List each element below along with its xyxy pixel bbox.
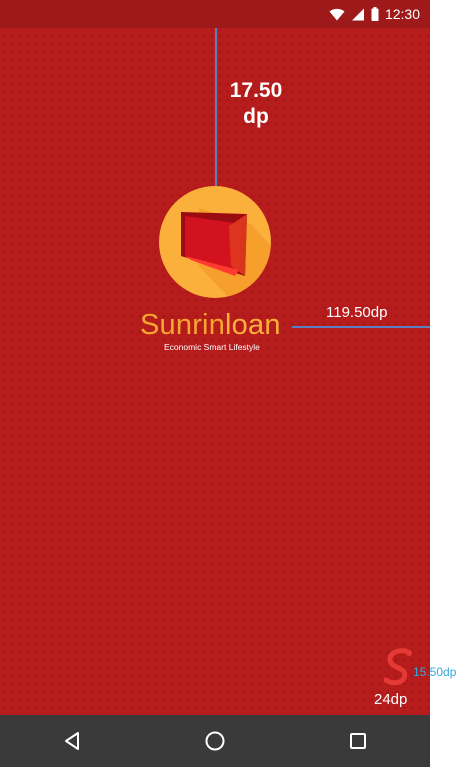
- app-name-part2: loan: [225, 309, 281, 341]
- status-bar: 12:30: [0, 0, 430, 28]
- top-spacing-unit: dp: [243, 105, 269, 128]
- home-button[interactable]: [195, 721, 235, 761]
- home-icon: [205, 731, 225, 751]
- back-icon: [64, 732, 79, 750]
- app-logo: [159, 186, 271, 298]
- splash-screen: 12:30 17.50 dp Sunrinloan Economic Smart…: [0, 0, 430, 767]
- wifi-icon: [329, 8, 345, 20]
- bottom-spacing-label: 24dp: [374, 691, 408, 708]
- watermark-size-label: 15.50dp: [413, 665, 457, 679]
- status-time: 12:30: [384, 6, 420, 22]
- top-spacing-value: 17.50: [229, 79, 283, 102]
- top-spacing-label: 17.50 dp: [222, 78, 290, 130]
- book-icon: [181, 208, 271, 298]
- recents-button[interactable]: [338, 721, 378, 761]
- app-name: Sunrinloan: [140, 307, 290, 343]
- app-tagline: Economic Smart Lifestyle: [164, 342, 260, 352]
- cellular-signal-icon: [351, 8, 364, 20]
- right-spacing-guide-line: [292, 326, 430, 328]
- watermark-logo-icon: [383, 648, 412, 686]
- back-button[interactable]: [52, 721, 92, 761]
- navigation-bar: [0, 715, 430, 767]
- app-name-part1: Sunrin: [140, 309, 226, 341]
- right-spacing-label: 119.50dp: [326, 304, 388, 321]
- status-icons: 12:30: [329, 5, 420, 23]
- top-spacing-guide-line: [215, 28, 217, 186]
- recents-icon: [350, 733, 367, 749]
- battery-icon: [371, 7, 379, 21]
